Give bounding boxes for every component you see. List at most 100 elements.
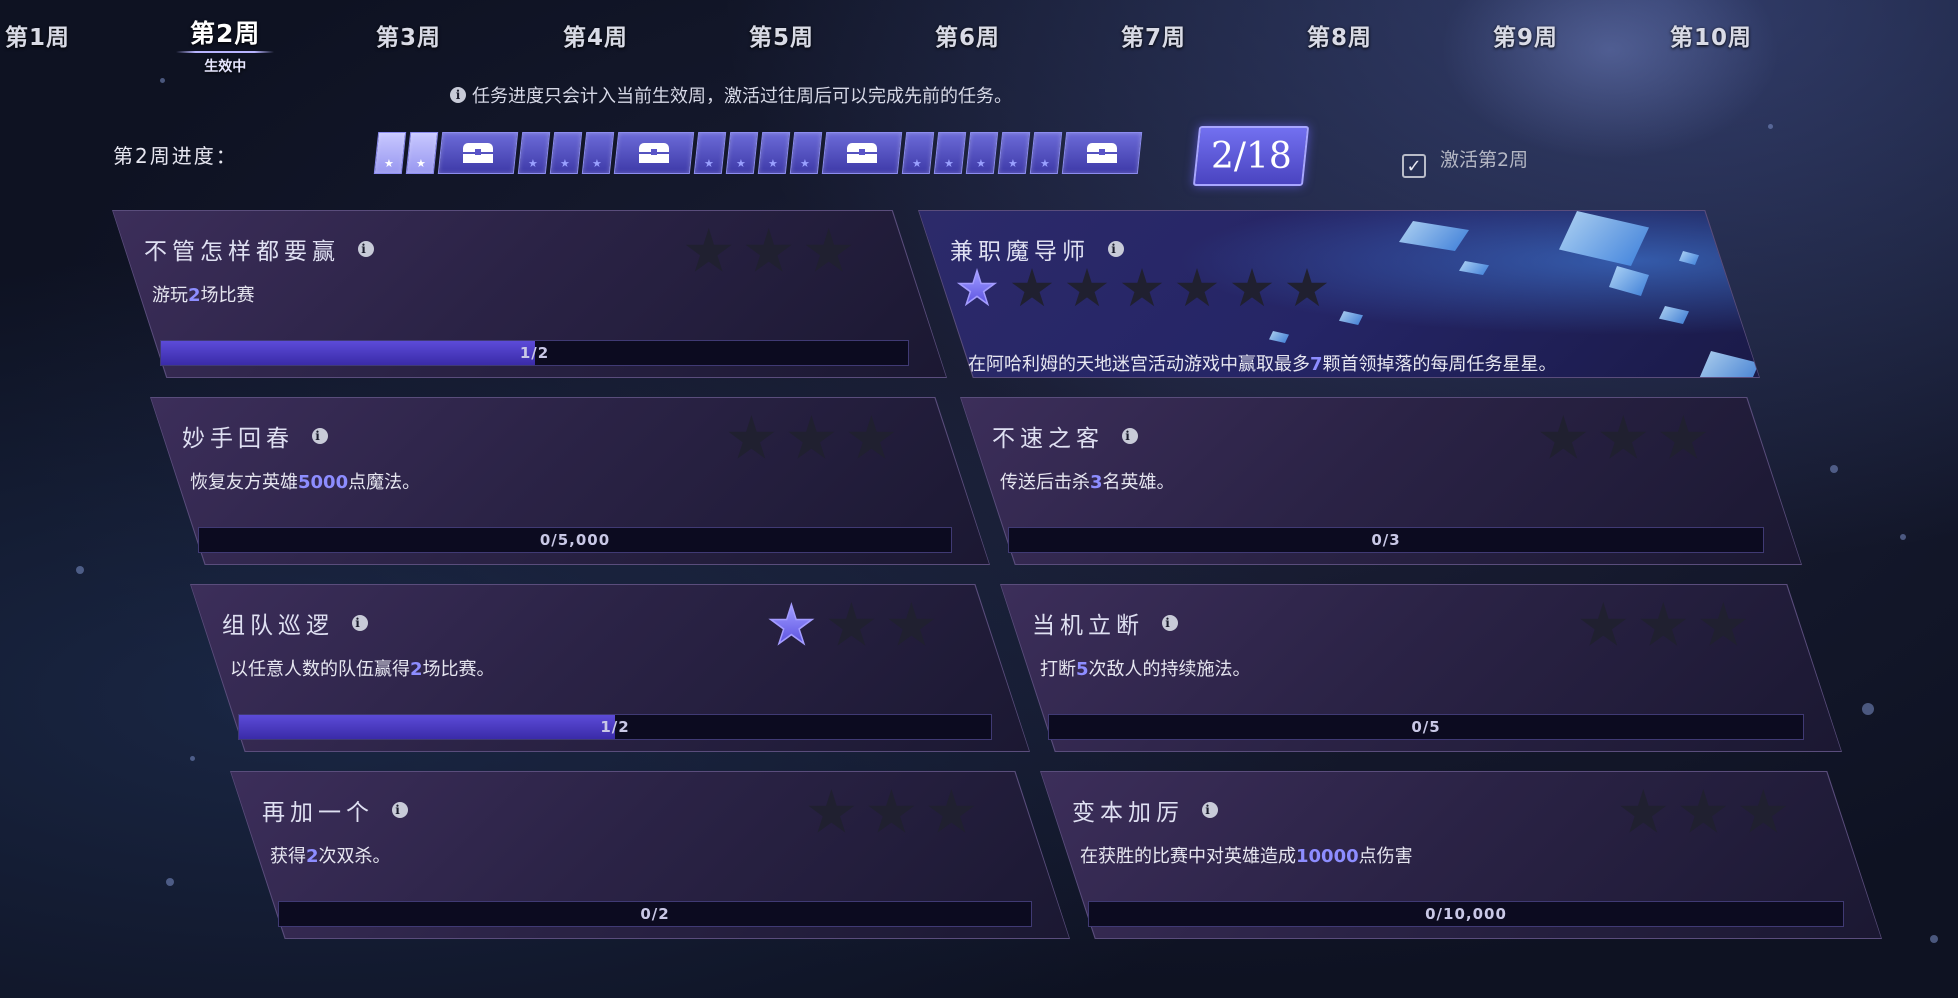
reward-chest-segment[interactable]: [613, 132, 695, 174]
star-empty-icon: [1011, 268, 1053, 307]
active-tab-underline: [176, 51, 275, 53]
quest-title: 变本加厉 i: [1072, 793, 1218, 827]
star-empty-icon: [1600, 415, 1647, 459]
tab-week-4[interactable]: 第4周: [563, 18, 628, 52]
star-empty-icon: [1740, 789, 1787, 833]
quest-card[interactable]: 组队巡逻 i 以任意人数的队伍赢得2场比赛。 1/2: [190, 584, 1030, 752]
quest-progress-bar: 0/5: [1048, 714, 1804, 740]
treasure-chest-icon: [463, 143, 493, 163]
quest-description-text: 游玩: [152, 285, 188, 306]
quest-progress-bar: 0/5,000: [198, 527, 952, 553]
activate-week-toggle[interactable]: ✓ 激活第2周: [1402, 138, 1528, 178]
quest-description-text: 点伤害: [1358, 846, 1413, 867]
quest-stars: [767, 602, 935, 650]
quest-title-text: 不速之客: [992, 426, 1104, 452]
star-segment: ★: [997, 132, 1031, 174]
quest-card[interactable]: 不速之客 i 传送后击杀3名英雄。 0/3: [960, 397, 1802, 565]
star-icon: ★: [735, 157, 746, 170]
treasure-chest-icon: [639, 143, 669, 163]
star-segment: ★: [693, 132, 727, 174]
quest-card[interactable]: 妙手回春 i 恢复友方英雄5000点魔法。 0/5,000: [150, 397, 990, 565]
star-empty-icon: [1286, 268, 1328, 307]
background-particle: [1830, 465, 1838, 473]
quest-stars: [727, 415, 895, 463]
active-status-label: 生效中: [204, 59, 247, 75]
crystal-shard-decoration: [1679, 251, 1699, 265]
star-empty-icon: [685, 228, 732, 272]
quest-description: 游玩2场比赛: [152, 281, 255, 307]
tab-week-7[interactable]: 第7周: [1121, 18, 1186, 52]
tab-week-5[interactable]: 第5周: [749, 18, 814, 52]
star-empty-icon: [745, 228, 792, 272]
quest-target-number: 2: [410, 659, 423, 680]
quest-card[interactable]: 当机立断 i 打断5次敌人的持续施法。 0/5: [1000, 584, 1842, 752]
star-segment: ★: [901, 132, 935, 174]
tab-week-8[interactable]: 第8周: [1307, 18, 1372, 52]
info-icon[interactable]: i: [1122, 428, 1138, 444]
info-icon[interactable]: i: [450, 87, 466, 103]
background-particle: [76, 566, 84, 574]
background-particle: [1862, 703, 1874, 715]
quest-card[interactable]: 变本加厉 i 在获胜的比赛中对英雄造成10000点伤害 0/10,000: [1040, 771, 1882, 939]
quest-card[interactable]: 不管怎样都要赢 i 游玩2场比赛 1/2: [112, 210, 947, 378]
reward-chest-segment[interactable]: [821, 132, 903, 174]
tab-week-10[interactable]: 第10周: [1670, 18, 1752, 52]
tab-week-2[interactable]: 第2周 生效中: [176, 14, 275, 75]
star-empty-icon: [728, 415, 775, 459]
quest-progress-bar: 0/10,000: [1088, 901, 1844, 927]
star-empty-icon: [1231, 268, 1273, 307]
crystal-shard-decoration: [1609, 266, 1649, 296]
quest-stars: [807, 789, 975, 837]
info-icon[interactable]: i: [392, 802, 408, 818]
activate-checkbox[interactable]: ✓: [1402, 154, 1426, 178]
star-icon: ★: [559, 157, 570, 170]
quest-target-number: 10000: [1296, 846, 1359, 867]
star-icon: ★: [911, 157, 922, 170]
quest-stars: [1579, 602, 1747, 650]
star-empty-icon: [828, 602, 875, 646]
notice-text: 任务进度只会计入当前生效周，激活过往周后可以完成先前的任务。: [472, 86, 1012, 107]
progress-notice: i 任务进度只会计入当前生效周，激活过往周后可以完成先前的任务。: [450, 82, 1012, 108]
star-empty-icon: [888, 602, 935, 646]
reward-chest-segment[interactable]: [1061, 132, 1143, 174]
quest-card[interactable]: 再加一个 i 获得2次双杀。 0/2: [230, 771, 1070, 939]
quest-description-text: 次双杀。: [318, 846, 391, 867]
tab-week-1[interactable]: 第1周: [5, 18, 70, 52]
quest-progress-bar: 1/2: [160, 340, 909, 366]
quest-description-text: 打断: [1040, 659, 1076, 680]
info-icon[interactable]: i: [1162, 615, 1178, 631]
quest-description: 打断5次敌人的持续施法。: [1040, 655, 1251, 681]
info-icon[interactable]: i: [352, 615, 368, 631]
info-icon[interactable]: i: [312, 428, 328, 444]
quest-description-text: 场比赛。: [422, 659, 495, 680]
tab-week-3[interactable]: 第3周: [376, 18, 441, 52]
info-icon[interactable]: i: [358, 241, 374, 257]
star-empty-icon: [1066, 268, 1108, 307]
info-icon[interactable]: i: [1202, 802, 1218, 818]
quest-title: 组队巡逻 i: [222, 606, 368, 640]
info-icon[interactable]: i: [1108, 241, 1124, 257]
quest-description-text: 颗首领掉落的每周任务星星。: [1322, 354, 1557, 375]
quest-progress-text: 0/5: [1411, 718, 1441, 736]
background-particle: [160, 78, 165, 83]
quest-target-number: 2: [306, 846, 319, 867]
tab-week-9[interactable]: 第9周: [1493, 18, 1558, 52]
star-icon: ★: [703, 157, 714, 170]
star-icon: ★: [943, 157, 954, 170]
quest-description: 恢复友方英雄5000点魔法。: [190, 468, 420, 494]
quest-description-text: 在阿哈利姆的天地迷宫活动游戏中赢取最多: [968, 354, 1310, 375]
crystal-shard-decoration: [1659, 306, 1689, 324]
quest-card[interactable]: 兼职魔导师 i 在阿哈利姆的天地迷宫活动游戏中赢取最多7颗首领掉落的每周任务星星。: [918, 210, 1760, 378]
star-empty-icon: [1540, 415, 1587, 459]
star-segment: ★: [517, 132, 551, 174]
star-earned-icon: [956, 268, 998, 307]
background-particle: [1900, 534, 1906, 540]
star-icon: ★: [527, 157, 538, 170]
tab-week-6[interactable]: 第6周: [935, 18, 1000, 52]
quest-description: 传送后击杀3名英雄。: [1000, 468, 1175, 494]
star-segment: ★: [933, 132, 967, 174]
star-empty-icon: [1660, 415, 1707, 459]
quest-description-text: 传送后击杀: [1000, 472, 1090, 493]
star-empty-icon: [1121, 268, 1163, 307]
reward-chest-segment[interactable]: [437, 132, 519, 174]
